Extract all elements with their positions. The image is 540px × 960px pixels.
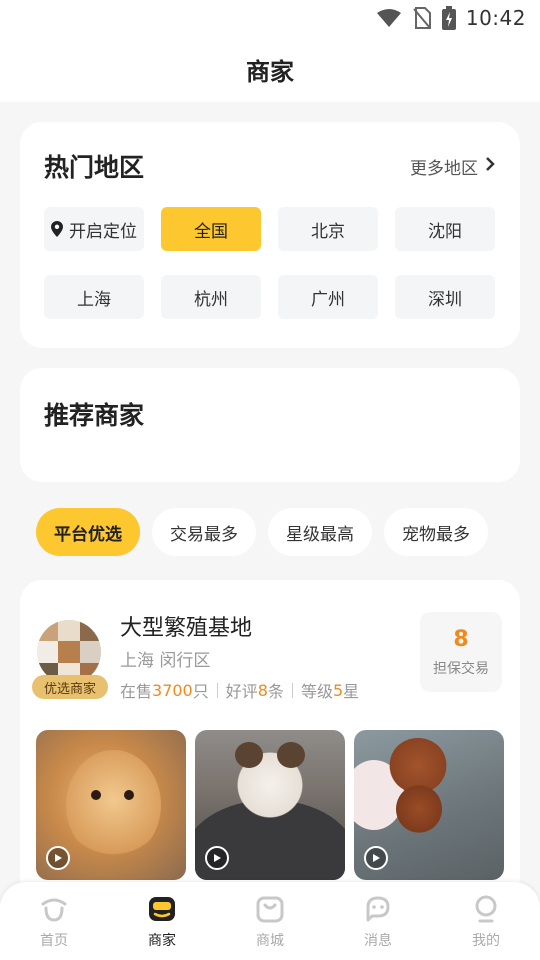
battery-charging-icon: [441, 6, 456, 30]
level-value: 5: [332, 680, 344, 700]
region-chip-hangzhou[interactable]: 杭州: [161, 275, 261, 319]
status-bar: 10:42: [0, 0, 540, 36]
merchant-location: 上海 闵行区: [120, 651, 211, 671]
stats-divider: [291, 682, 293, 698]
pet-video-thumbnail[interactable]: [195, 730, 345, 880]
profile-icon: [471, 894, 501, 924]
chat-icon: [363, 894, 393, 924]
no-sim-icon: [412, 7, 432, 29]
merchant-name: 大型繁殖基地: [120, 616, 253, 641]
hot-regions-header: 热门地区 更多地区: [44, 148, 496, 184]
play-icon: [46, 846, 70, 870]
tab-home[interactable]: 首页: [9, 882, 99, 960]
stats-divider: [216, 682, 218, 698]
level-prefix: 等级: [300, 682, 333, 701]
location-pin-icon: [51, 221, 63, 237]
more-regions-link[interactable]: 更多地区: [410, 154, 496, 179]
tab-mall[interactable]: 商城: [225, 882, 315, 960]
region-chip-national[interactable]: 全国: [161, 207, 261, 251]
on-sale-count: 3700: [152, 680, 193, 700]
pet-video-thumbnail[interactable]: [354, 730, 504, 880]
guarantee-box: 8 担保交易: [420, 612, 502, 692]
filter-top-rated[interactable]: 星级最高: [268, 508, 372, 556]
bottom-tab-bar: 首页 商家 商城 消息 我的: [0, 882, 540, 960]
preferred-merchant-badge: 优选商家: [32, 675, 108, 699]
tab-label: 商城: [256, 933, 284, 949]
region-chip-beijing[interactable]: 北京: [278, 207, 378, 251]
hot-regions-card: 热门地区 更多地区 开启定位 全国 北京 沈阳 上海 杭州 广州 深圳: [20, 122, 520, 348]
locate-button[interactable]: 开启定位: [44, 207, 144, 251]
level-suffix: 星: [343, 682, 360, 701]
locate-label: 开启定位: [69, 221, 137, 242]
puppy-ear: [235, 742, 263, 768]
merchant-media-row: [36, 730, 504, 880]
title-bar: 商家: [0, 36, 540, 102]
filter-row: 平台优选 交易最多 星级最高 宠物最多: [36, 508, 488, 556]
bag-icon: [255, 894, 285, 924]
region-chip-shenzhen[interactable]: 深圳: [395, 275, 495, 319]
on-sale-suffix: 只: [192, 682, 209, 701]
filter-platform-pick[interactable]: 平台优选: [36, 508, 140, 556]
chevron-right-icon: [484, 156, 496, 177]
filter-most-trades[interactable]: 交易最多: [152, 508, 256, 556]
play-icon: [364, 846, 388, 870]
merchant-card[interactable]: 优选商家 大型繁殖基地 上海 闵行区 在售 3700 只 好评 8 条 等级 5…: [20, 580, 520, 900]
filter-most-pets[interactable]: 宠物最多: [384, 508, 488, 556]
tab-merchant[interactable]: 商家: [117, 882, 207, 960]
region-chip-shanghai[interactable]: 上海: [44, 275, 144, 319]
hot-regions-title: 热门地区: [44, 153, 145, 182]
wifi-icon: [376, 8, 402, 28]
tab-messages[interactable]: 消息: [333, 882, 423, 960]
puppy-eye: [124, 790, 134, 800]
merchant-stats: 在售 3700 只 好评 8 条 等级 5 星: [120, 678, 359, 702]
recommend-card: 推荐商家: [20, 368, 520, 482]
guarantee-label: 担保交易: [433, 660, 489, 677]
tab-label: 商家: [148, 933, 176, 949]
page-title: 商家: [246, 57, 294, 86]
status-time: 10:42: [465, 6, 526, 30]
home-icon: [39, 894, 69, 924]
shop-icon: [147, 894, 177, 924]
puppy-ear: [277, 742, 305, 768]
puppy-image: [66, 750, 161, 860]
reviews-suffix: 条: [267, 682, 284, 701]
region-chip-guangzhou[interactable]: 广州: [278, 275, 378, 319]
on-sale-prefix: 在售: [120, 682, 153, 701]
recommend-title: 推荐商家: [44, 401, 145, 430]
tab-label: 首页: [40, 933, 68, 949]
tab-label: 我的: [472, 933, 500, 949]
more-regions-label: 更多地区: [410, 158, 478, 179]
reviews-prefix: 好评: [225, 682, 258, 701]
guarantee-count: 8: [453, 626, 469, 652]
region-grid: 开启定位 全国 北京 沈阳 上海 杭州 广州 深圳: [44, 207, 495, 319]
puppy-body: [396, 785, 442, 833]
pet-video-thumbnail[interactable]: [36, 730, 186, 880]
reviews-count: 8: [257, 680, 268, 700]
tab-profile[interactable]: 我的: [441, 882, 531, 960]
region-chip-shenyang[interactable]: 沈阳: [395, 207, 495, 251]
puppy-eye: [91, 790, 101, 800]
play-icon: [205, 846, 229, 870]
tab-label: 消息: [364, 933, 392, 949]
